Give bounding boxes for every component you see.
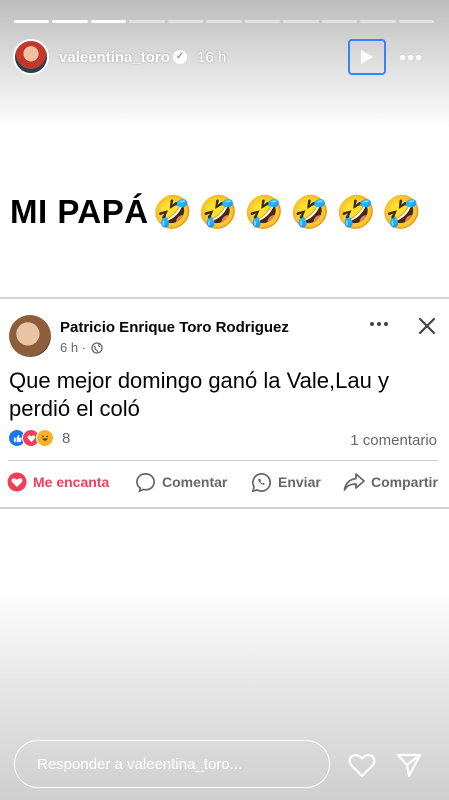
laughing-emoji-icon: 🤣 (244, 194, 285, 230)
more-options-button[interactable] (395, 46, 425, 68)
facebook-post-card: Patricio Enrique Toro Rodriguez 6 h · Qu… (0, 297, 449, 509)
fb-comment-action: Comentar (135, 472, 227, 493)
story-header: valeentina_toro ✓ 16 h (0, 36, 449, 80)
fb-post-meta: 6 h · (60, 340, 103, 355)
share-icon (343, 473, 365, 491)
emoji-row: 🤣 🤣 🤣 🤣 🤣 🤣 (153, 192, 422, 232)
play-button[interactable] (348, 39, 386, 75)
reaction-count: 8 (62, 429, 71, 447)
fb-divider (8, 460, 438, 461)
fb-share-label: Compartir (371, 474, 438, 490)
laughing-emoji-icon: 🤣 (335, 194, 376, 230)
laughing-emoji-icon: 🤣 (290, 194, 330, 230)
story-progress (14, 20, 434, 23)
reply-input[interactable] (14, 740, 330, 788)
fb-post-text: Que mejor domingo ganó la Vale,Lau y per… (9, 368, 389, 421)
progress-segment (52, 20, 88, 23)
verified-badge-icon: ✓ (173, 50, 187, 64)
laughing-emoji-icon: 🤣 (381, 194, 422, 230)
heart-icon[interactable] (348, 752, 376, 778)
fb-more-icon (370, 322, 388, 326)
fb-actions: Me encanta Comentar Enviar Compartir (0, 467, 449, 497)
fb-love-action: Me encanta (7, 472, 109, 492)
progress-segment (244, 20, 281, 23)
progress-segment (398, 20, 434, 23)
headline-text: MI PAPÁ (10, 193, 149, 230)
progress-segment (90, 20, 127, 23)
fb-avatar (9, 315, 51, 357)
username[interactable]: valeentina_toro (59, 49, 170, 66)
laughing-emoji-icon: 🤣 (198, 194, 239, 230)
play-icon (361, 50, 373, 64)
comments-count: 1 comentario (350, 432, 437, 449)
comment-icon (136, 472, 155, 493)
progress-segment (360, 20, 396, 23)
more-dot-icon (415, 54, 421, 60)
fb-send-action: Enviar (251, 472, 321, 493)
fb-share-action: Compartir (343, 472, 438, 492)
progress-segment (283, 20, 319, 23)
laughing-emoji-icon: 🤣 (152, 194, 193, 230)
love-icon (7, 472, 27, 492)
fb-comment-label: Comentar (162, 474, 228, 490)
story-headline: MI PAPÁ 🤣 🤣 🤣 🤣 🤣 🤣 (10, 188, 422, 236)
send-icon[interactable] (396, 752, 422, 778)
fb-post-time: 6 h · (60, 340, 87, 355)
haha-reaction-icon (36, 429, 54, 447)
progress-segment (167, 20, 204, 23)
fb-reactions: 8 (8, 429, 70, 447)
progress-segment (206, 20, 242, 23)
story-time: 16 h (197, 49, 227, 66)
fb-love-label: Me encanta (33, 474, 110, 490)
close-icon (418, 317, 436, 335)
more-dot-icon (407, 54, 413, 60)
globe-icon (91, 341, 103, 354)
fb-author-name: Patricio Enrique Toro Rodriguez (60, 319, 289, 336)
more-dot-icon (399, 54, 405, 60)
progress-segment (129, 20, 165, 23)
progress-segment (321, 20, 358, 23)
whatsapp-icon (251, 472, 271, 492)
avatar[interactable] (13, 39, 49, 75)
fb-send-label: Enviar (278, 474, 321, 490)
progress-segment (14, 20, 50, 23)
